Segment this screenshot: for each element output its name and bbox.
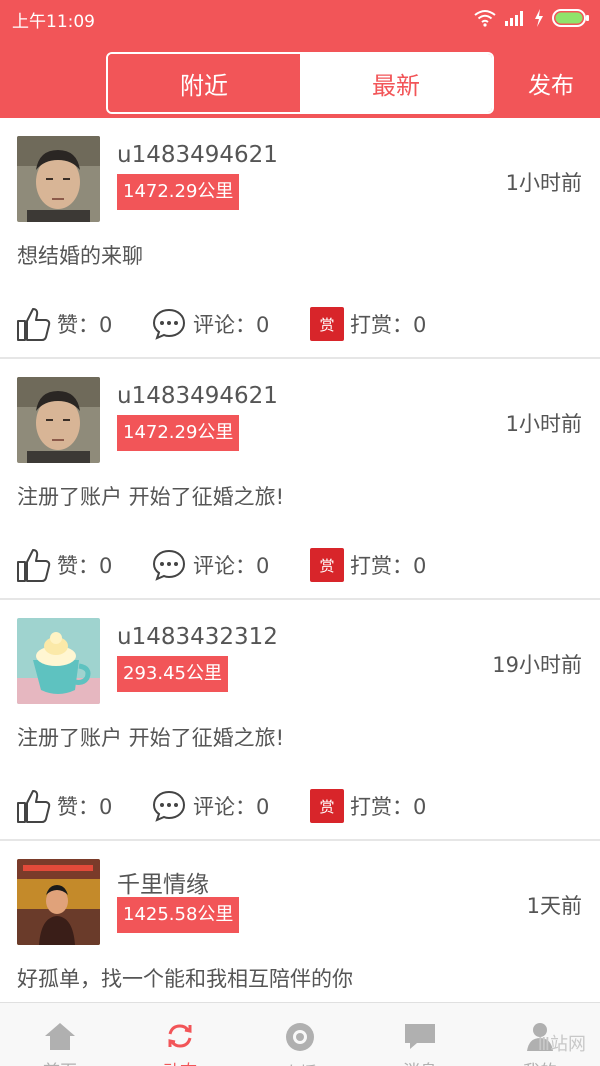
avatar[interactable]: [17, 377, 100, 463]
like-count: 赞：0: [57, 795, 113, 819]
nav-label: 消息: [403, 1057, 437, 1066]
reward-button[interactable]: 赏 打赏：0: [310, 547, 426, 583]
username[interactable]: 千里情缘: [117, 865, 209, 899]
post-content: 注册了账户 开始了征婚之旅!: [17, 485, 285, 509]
like-button[interactable]: 赞：0: [15, 547, 112, 583]
watermark: Ⅲ站网: [537, 1034, 586, 1055]
battery-icon: [552, 9, 590, 27]
nav-feed[interactable]: 动态: [120, 1003, 240, 1066]
post-item[interactable]: u1483432312 293.45公里 19小时前 注册了账户 开始了征婚之旅…: [0, 600, 600, 841]
refresh-icon: [165, 1021, 195, 1055]
post-content: 好孤单，找一个能和我相互陪伴的你: [17, 967, 353, 991]
home-icon: [43, 1021, 77, 1055]
post-content: 注册了账户 开始了征婚之旅!: [17, 726, 285, 750]
comment-button[interactable]: 评论：0: [151, 788, 269, 824]
nav-live[interactable]: 直播: [240, 1003, 360, 1066]
distance-badge: 1472.29公里: [117, 415, 240, 451]
reward-count: 打赏：0: [350, 554, 427, 578]
status-bar: 上午11:09: [0, 0, 600, 36]
avatar[interactable]: [17, 618, 100, 704]
reward-icon: 赏: [310, 789, 344, 823]
comment-button[interactable]: 评论：0: [151, 547, 269, 583]
post-item[interactable]: u1483494621 1472.29公里 1小时前 注册了账户 开始了征婚之旅…: [0, 359, 600, 600]
comment-icon: [151, 306, 187, 342]
post-item[interactable]: u1483494621 1472.29公里 1小时前 想结婚的来聊 赞：0 评论…: [0, 118, 600, 359]
avatar[interactable]: [17, 859, 100, 945]
like-button[interactable]: 赞：0: [15, 306, 112, 342]
comment-count: 评论：0: [193, 795, 270, 819]
reward-button[interactable]: 赏 打赏：0: [310, 788, 426, 824]
post-time: 19小时前: [492, 653, 582, 677]
post-time: 1小时前: [505, 412, 582, 436]
post-time: 1小时前: [505, 171, 582, 195]
reward-icon: 赏: [310, 307, 344, 341]
reward-count: 打赏：0: [350, 313, 427, 337]
comment-button[interactable]: 评论：0: [151, 306, 269, 342]
status-icons: [474, 7, 590, 29]
username[interactable]: u1483432312: [117, 624, 278, 650]
post-time: 1天前: [526, 894, 582, 918]
comment-icon: [151, 788, 187, 824]
reward-button[interactable]: 赏 打赏：0: [310, 306, 426, 342]
nav-label: 直播: [283, 1059, 317, 1066]
like-button[interactable]: 赞：0: [15, 788, 112, 824]
tab-latest[interactable]: 最新: [300, 54, 492, 112]
avatar[interactable]: [17, 136, 100, 222]
username[interactable]: u1483494621: [117, 142, 278, 168]
nav-messages[interactable]: 消息: [360, 1003, 480, 1066]
distance-badge: 1425.58公里: [117, 897, 240, 933]
feed-list: u1483494621 1472.29公里 1小时前 想结婚的来聊 赞：0 评论…: [0, 118, 600, 1002]
post-actions: 赞：0 评论：0 赏 打赏：0: [15, 547, 585, 583]
comment-icon: [151, 547, 187, 583]
signal-icon: [504, 10, 526, 26]
bottom-nav: 首页 动态 直播 消息 我的: [0, 1002, 600, 1066]
username[interactable]: u1483494621: [117, 383, 278, 409]
post-item[interactable]: 千里情缘 1425.58公里 1天前 好孤单，找一个能和我相互陪伴的你: [0, 841, 600, 1002]
tab-nearby[interactable]: 附近: [108, 54, 300, 112]
tab-switcher: 附近 最新: [106, 52, 494, 114]
distance-badge: 1472.29公里: [117, 174, 240, 210]
distance-badge: 293.45公里: [117, 656, 228, 692]
message-icon: [403, 1021, 437, 1055]
top-bar: 附近 最新 发布: [0, 36, 600, 118]
nav-label: 动态: [163, 1057, 197, 1066]
nav-home[interactable]: 首页: [0, 1003, 120, 1066]
post-actions: 赞：0 评论：0 赏 打赏：0: [15, 306, 585, 342]
post-content: 想结婚的来聊: [17, 244, 143, 268]
wifi-icon: [474, 9, 496, 27]
camera-icon: [283, 1021, 317, 1057]
reward-count: 打赏：0: [350, 795, 427, 819]
comment-count: 评论：0: [193, 313, 270, 337]
reward-icon: 赏: [310, 548, 344, 582]
comment-count: 评论：0: [193, 554, 270, 578]
post-actions: 赞：0 评论：0 赏 打赏：0: [15, 788, 585, 824]
like-count: 赞：0: [57, 313, 113, 337]
thumbs-up-icon: [15, 547, 51, 583]
charging-icon: [534, 9, 544, 27]
thumbs-up-icon: [15, 788, 51, 824]
nav-label: 首页: [43, 1057, 77, 1066]
thumbs-up-icon: [15, 306, 51, 342]
like-count: 赞：0: [57, 554, 113, 578]
publish-button[interactable]: 发布: [528, 66, 574, 100]
status-time: 上午11:09: [12, 12, 95, 32]
nav-label: 我的: [523, 1057, 557, 1066]
